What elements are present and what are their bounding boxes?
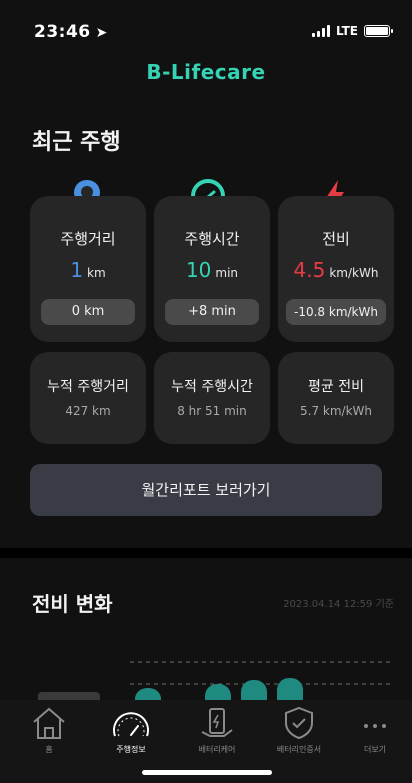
time-delta: +8 min (165, 299, 259, 325)
tab-home[interactable]: 홈 (14, 706, 84, 755)
status-indicators: LTE (311, 24, 393, 38)
time-card: 주행시간 10 min +8 min (154, 196, 270, 342)
tab-battery-care[interactable]: 배터리케어 (182, 706, 252, 755)
efficiency-card: 전비 4.5 km/kWh -10.8 km/kWh (278, 196, 394, 342)
efficiency-delta: -10.8 km/kWh (286, 299, 386, 325)
home-indicator (142, 770, 272, 775)
brand-logo: B-Lifecare (146, 60, 266, 84)
tab-more[interactable]: 더보기 (340, 706, 410, 755)
cumulative-distance-label: 누적 주행거리 (47, 379, 129, 395)
efficiency-timestamp: 2023.04.14 12:59 기준 (283, 599, 394, 610)
battery-care-icon (201, 708, 233, 737)
tab-battery-certificate[interactable]: 배터리인증서 (264, 706, 334, 755)
location-arrow-icon: ➤ (95, 25, 108, 41)
cumulative-distance-card: 누적 주행거리 427 km (30, 352, 146, 444)
average-efficiency-value: 5.7 km/kWh (300, 404, 372, 418)
shield-check-icon (285, 706, 313, 740)
distance-label: 주행거리 (60, 230, 116, 248)
cumulative-time-value: 8 hr 51 min (177, 404, 247, 418)
distance-delta: 0 km (41, 299, 135, 325)
recent-driving-title: 최근 주행 (32, 130, 121, 155)
efficiency-value: 4.5 km/kWh (293, 258, 379, 282)
efficiency-label: 전비 (322, 230, 350, 248)
signal-icon (311, 25, 330, 37)
average-efficiency-card: 평균 전비 5.7 km/kWh (278, 352, 394, 444)
efficiency-change-title: 전비 변화 (32, 592, 113, 616)
cumulative-time-card: 누적 주행시간 8 hr 51 min (154, 352, 270, 444)
speedometer-icon (113, 712, 149, 737)
more-icon (364, 724, 386, 728)
battery-icon (364, 25, 393, 37)
tab-driving-info[interactable]: 주행정보 (96, 706, 166, 755)
cumulative-time-label: 누적 주행시간 (171, 379, 253, 395)
time-label: 주행시간 (184, 230, 240, 248)
home-icon (33, 707, 65, 739)
distance-card: 주행거리 1 km 0 km (30, 196, 146, 342)
time-value: 10 min (185, 258, 239, 282)
network-label: LTE (335, 24, 358, 38)
monthly-report-button[interactable]: 월간리포트 보러가기 (30, 464, 382, 516)
distance-value: 1 km (70, 258, 106, 282)
average-efficiency-label: 평균 전비 (308, 379, 364, 395)
cumulative-distance-value: 427 km (65, 404, 111, 418)
status-time: 23:46 ➤ (34, 22, 108, 42)
status-bar: 23:46 ➤ LTE (0, 0, 412, 62)
section-divider (0, 548, 412, 558)
